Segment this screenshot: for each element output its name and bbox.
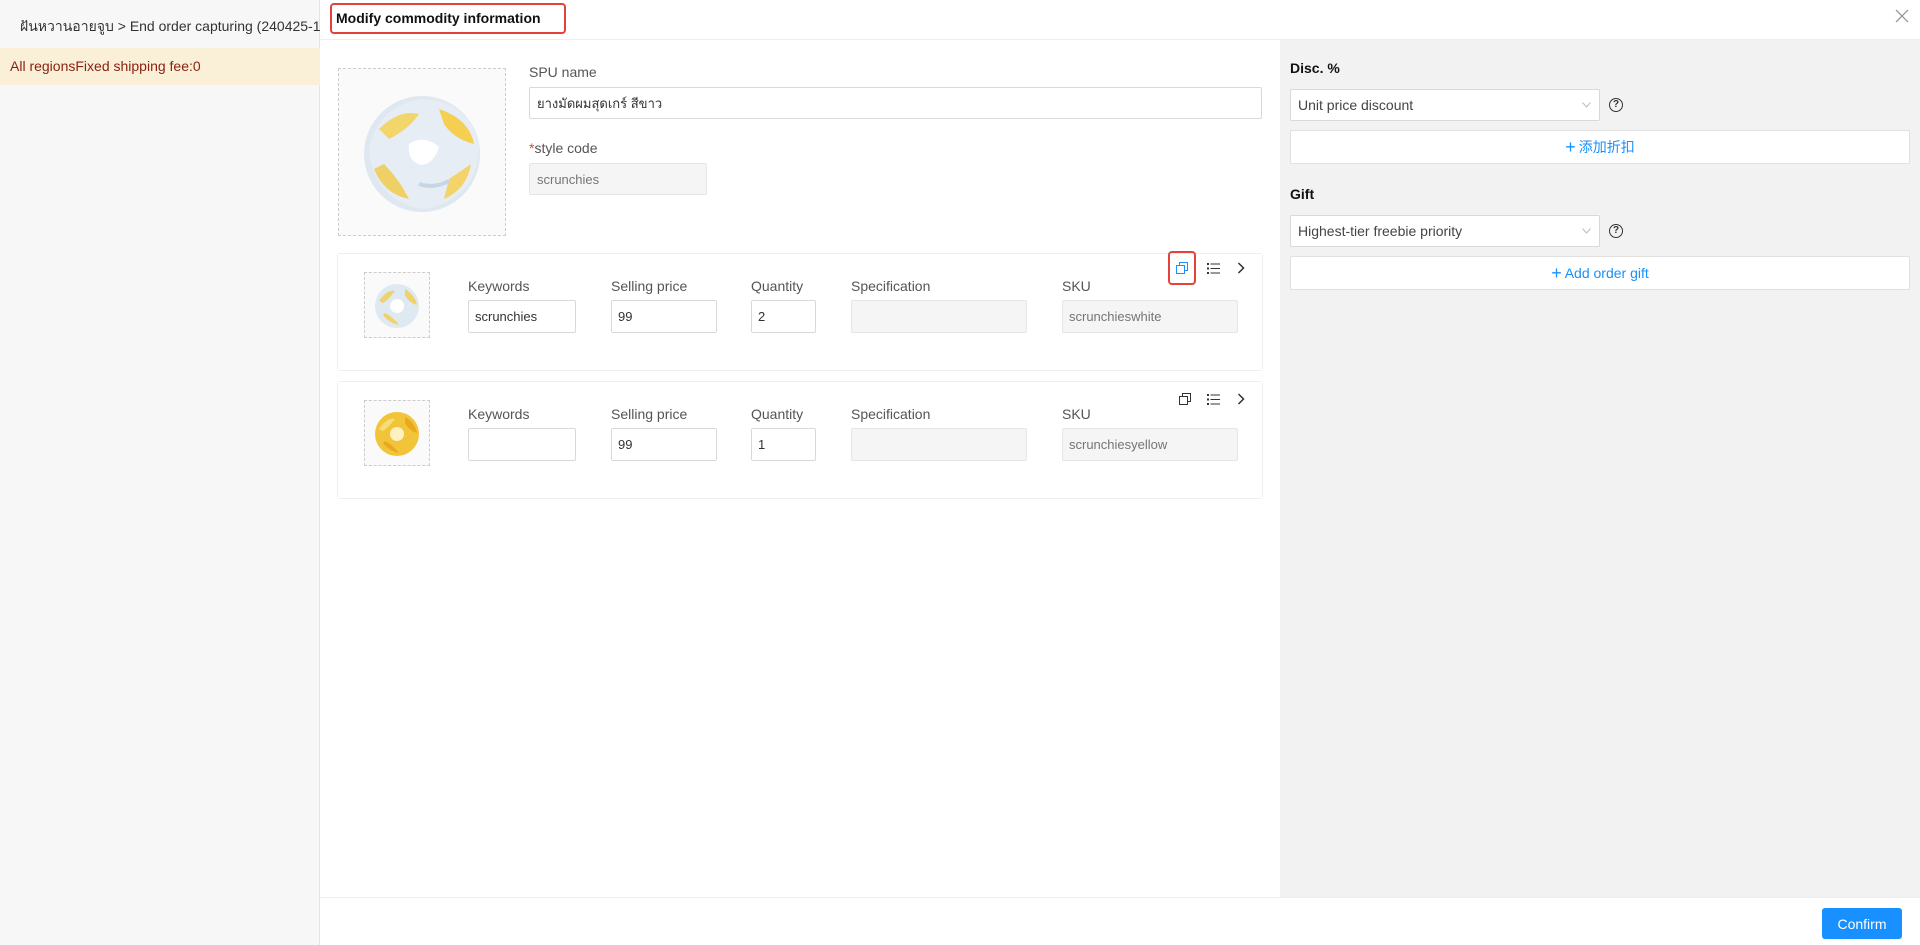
add-discount-label: 添加折扣 — [1578, 139, 1635, 155]
keywords-label: Keywords — [468, 278, 530, 294]
selling-price-label: Selling price — [611, 278, 688, 294]
sku-card-tools — [1174, 385, 1252, 413]
help-icon[interactable]: ? — [1609, 224, 1623, 238]
modify-commodity-modal: Modify commodity information SPU name *s… — [320, 0, 1920, 945]
sku-card-tools — [1168, 251, 1252, 285]
close-icon[interactable] — [1892, 8, 1912, 28]
specification-input — [851, 300, 1027, 333]
copy-icon[interactable] — [1174, 388, 1196, 410]
quantity-label: Quantity — [751, 406, 804, 422]
copy-icon[interactable] — [1168, 251, 1196, 285]
sku-label: SKU — [1062, 406, 1091, 422]
confirm-button[interactable]: Confirm — [1822, 908, 1902, 939]
quantity-input[interactable] — [751, 428, 816, 461]
gift-select-value: Highest-tier freebie priority — [1298, 223, 1463, 239]
style-code-input — [529, 163, 707, 195]
style-code-label: *style code — [529, 140, 598, 156]
commodity-form: SPU name *style code Keywords Selling pr… — [320, 40, 1280, 897]
specification-input — [851, 428, 1027, 461]
gift-title: Gift — [1290, 186, 1315, 202]
list-icon[interactable] — [1202, 257, 1224, 279]
specification-label: Specification — [851, 406, 931, 422]
modal-title: Modify commodity information — [330, 3, 566, 34]
discount-select-value: Unit price discount — [1298, 97, 1414, 113]
quantity-input[interactable] — [751, 300, 816, 333]
keywords-label: Keywords — [468, 406, 530, 422]
style-code-label-text: style code — [534, 140, 598, 156]
specification-label: Specification — [851, 278, 931, 294]
add-gift-label: Add order gift — [1564, 265, 1649, 281]
selling-price-input[interactable] — [611, 428, 717, 461]
sku-thumbnail[interactable] — [364, 272, 430, 338]
sku-card: Keywords Selling price Quantity Specific… — [337, 251, 1263, 371]
sku-input — [1062, 300, 1238, 333]
add-discount-button[interactable]: + 添加折扣 — [1290, 130, 1910, 164]
add-order-gift-button[interactable]: + Add order gift — [1290, 256, 1910, 290]
modal-header: Modify commodity information — [320, 0, 1920, 40]
chevron-down-icon — [1582, 90, 1591, 120]
discount-title: Disc. % — [1290, 60, 1340, 76]
sku-input — [1062, 428, 1238, 461]
discount-gift-panel: Disc. % Unit price discount ? + 添加折扣 Gift… — [1280, 40, 1920, 897]
selling-price-input[interactable] — [611, 300, 717, 333]
sku-label: SKU — [1062, 278, 1091, 294]
quantity-label: Quantity — [751, 278, 804, 294]
spu-name-label: SPU name — [529, 64, 597, 80]
breadcrumb[interactable]: ฝันหวานอายจูบ > End order capturing (240… — [20, 16, 325, 38]
chevron-right-icon[interactable] — [1230, 257, 1252, 279]
sku-thumbnail[interactable] — [364, 400, 430, 466]
sku-card: Keywords Selling price Quantity Specific… — [337, 381, 1263, 499]
backdrop-panel: ฝันหวานอายจูบ > End order capturing (240… — [0, 0, 325, 945]
chevron-down-icon — [1582, 216, 1591, 246]
modal-footer: Confirm — [320, 897, 1920, 945]
gift-select[interactable]: Highest-tier freebie priority — [1290, 215, 1600, 247]
selling-price-label: Selling price — [611, 406, 688, 422]
plus-icon: + — [1551, 263, 1562, 283]
chevron-right-icon[interactable] — [1230, 388, 1252, 410]
list-icon[interactable] — [1202, 388, 1224, 410]
spu-name-input[interactable] — [529, 87, 1262, 119]
shipping-banner: All regionsFixed shipping fee:0 — [0, 48, 320, 85]
help-icon[interactable]: ? — [1609, 98, 1623, 112]
spu-image[interactable] — [338, 68, 506, 236]
keywords-input[interactable] — [468, 428, 576, 461]
discount-select[interactable]: Unit price discount — [1290, 89, 1600, 121]
keywords-input[interactable] — [468, 300, 576, 333]
plus-icon: + — [1565, 137, 1576, 157]
